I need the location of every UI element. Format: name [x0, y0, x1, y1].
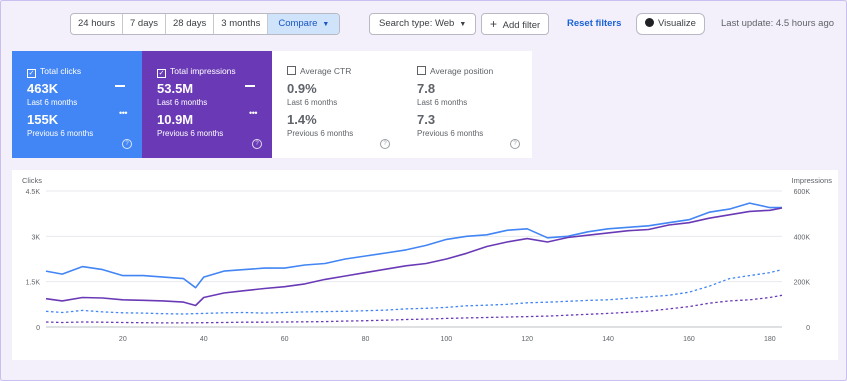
card-header: ✓ Total clicks [27, 66, 81, 78]
card-value: 7.8 [417, 81, 436, 96]
help-icon[interactable]: ? [122, 139, 132, 149]
left-tick-label: 3K [31, 234, 40, 241]
x-tick-label: 180 [764, 336, 776, 343]
x-tick-label: 60 [281, 336, 289, 343]
compare-button[interactable]: Compare ▼ [268, 14, 340, 34]
checkbox-unchecked-icon[interactable] [417, 66, 426, 75]
card-title: Total impressions [170, 66, 236, 76]
total-clicks-card[interactable]: ✓ Total clicks 463K Last 6 months 155K Pr… [12, 51, 142, 158]
range-3-months[interactable]: 3 months [214, 14, 269, 34]
right-tick-label: 600K [794, 189, 811, 196]
card-previous-label: Previous 6 months [417, 129, 484, 138]
right-tick-label: 400K [794, 234, 811, 241]
card-previous-value: 155K [27, 112, 59, 127]
card-value: 53.5M [157, 81, 194, 96]
date-range-segmented-control: 24 hours 7 days 28 days 3 months Compare… [70, 13, 341, 35]
card-previous-label: Previous 6 months [27, 129, 94, 138]
reset-filters-link[interactable]: Reset filters [567, 13, 621, 35]
card-previous-value: 10.9M [157, 112, 194, 127]
card-header: ✓ Total impressions [157, 66, 236, 78]
left-tick-label: 0 [36, 325, 40, 332]
plus-icon: + [490, 17, 498, 31]
left-tick-label: 4.5K [26, 189, 41, 196]
series-line-3 [45, 294, 783, 324]
card-previous-label: Previous 6 months [287, 129, 354, 138]
average-position-card[interactable]: Average position 7.8 Last 6 months 7.3 P… [402, 51, 532, 158]
x-tick-label: 160 [683, 336, 695, 343]
card-title: Total clicks [40, 66, 82, 76]
card-current-label: Last 6 months [287, 98, 338, 107]
x-tick-label: 80 [362, 336, 370, 343]
add-filter-label: Add filter [502, 20, 541, 31]
card-title: Average position [430, 66, 494, 76]
right-axis-label: Impressions [792, 176, 833, 185]
card-header: Average CTR [287, 66, 351, 76]
right-tick-label: 200K [794, 280, 811, 287]
performance-chart-svg: Clicks Impressions 0 0 1.5K 200K 3K 400K 4.5K 6… [22, 176, 833, 343]
search-type-dropdown[interactable]: Search type: Web ▼ [369, 13, 477, 35]
average-ctr-card[interactable]: Average CTR 0.9% Last 6 months 1.4% Prev… [272, 51, 402, 158]
checkbox-checked-icon[interactable]: ✓ [27, 69, 36, 78]
compare-label: Compare [278, 18, 318, 29]
visualize-label: Visualize [658, 18, 696, 29]
performance-chart: Clicks Impressions 0 0 1.5K 200K 3K 400K 4.5K 6… [12, 170, 838, 360]
left-axis-label: Clicks [22, 176, 42, 185]
checkbox-unchecked-icon[interactable] [287, 66, 296, 75]
card-value: 0.9% [287, 81, 317, 96]
add-filter-button[interactable]: + Add filter [481, 13, 550, 35]
card-value: 463K [27, 81, 59, 96]
solid-line-legend-icon [245, 85, 255, 87]
solid-line-legend-icon [115, 85, 125, 87]
checkbox-checked-icon[interactable]: ✓ [157, 69, 166, 78]
range-28-days[interactable]: 28 days [166, 14, 215, 34]
range-7-days[interactable]: 7 days [123, 14, 166, 34]
x-tick-label: 40 [200, 336, 208, 343]
card-title: Average CTR [300, 66, 352, 76]
series-line-0 [45, 202, 782, 289]
x-tick-label: 20 [119, 336, 127, 343]
x-tick-label: 120 [521, 336, 533, 343]
card-previous-label: Previous 6 months [157, 129, 224, 138]
range-24-hours[interactable]: 24 hours [71, 14, 123, 34]
last-update-text: Last update: 4.5 hours ago [721, 18, 835, 29]
dashed-line-legend-icon: ••• [249, 108, 257, 118]
help-icon[interactable]: ? [252, 139, 262, 149]
help-icon[interactable]: ? [380, 139, 390, 149]
card-current-label: Last 6 months [27, 98, 78, 107]
dashed-line-legend-icon: ••• [119, 108, 127, 118]
search-type-label: Search type: Web [379, 18, 455, 29]
card-current-label: Last 6 months [417, 98, 468, 107]
card-current-label: Last 6 months [157, 98, 208, 107]
caret-down-icon: ▼ [459, 21, 467, 28]
caret-down-icon: ▼ [322, 21, 330, 28]
x-tick-label: 140 [602, 336, 614, 343]
visualize-button[interactable]: Visualize [636, 13, 705, 35]
help-icon[interactable]: ? [510, 139, 520, 149]
right-tick-label: 0 [806, 325, 810, 332]
x-tick-label: 100 [441, 336, 453, 343]
card-previous-value: 7.3 [417, 112, 436, 127]
left-tick-label: 1.5K [26, 280, 41, 287]
card-previous-value: 1.4% [287, 112, 317, 127]
total-impressions-card[interactable]: ✓ Total impressions 53.5M Last 6 months 1… [142, 51, 272, 158]
card-header: Average position [417, 66, 493, 76]
visualize-icon [645, 18, 654, 27]
date-range-selector: 24 hours 7 days 28 days 3 months Compare… [70, 13, 341, 35]
